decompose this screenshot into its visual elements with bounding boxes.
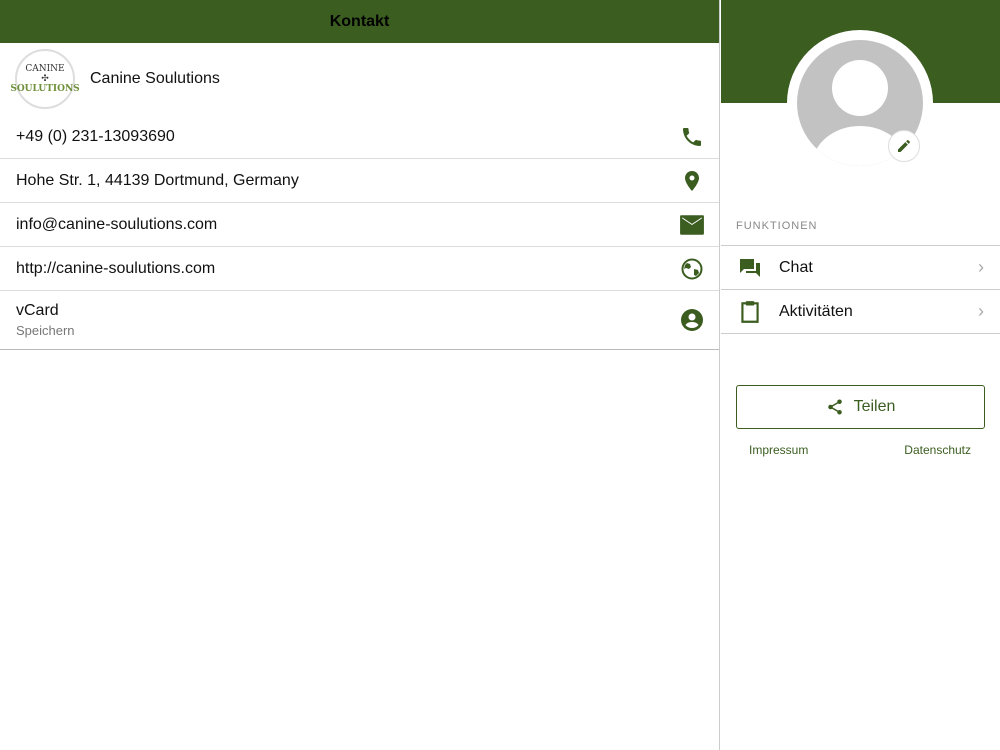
account-circle-icon[interactable] [679,307,705,333]
top-bar: Kontakt [0,0,719,43]
page-title: Kontakt [329,12,390,30]
clipboard-icon [741,300,759,323]
website-row[interactable]: http://canine-soulutions.com [0,247,719,291]
website: http://canine-soulutions.com [16,259,216,277]
menu-item-label: Chat [779,258,813,276]
company-logo: CANINE ✣ SOULUTIONS [10,49,80,109]
mail-icon[interactable] [679,212,705,238]
function-menu: Chat › Aktivitäten › [721,245,1000,334]
phone-icon[interactable] [679,124,705,150]
section-label: FUNKTIONEN [736,220,818,232]
address: Hohe Str. 1, 44139 Dortmund, Germany [16,171,299,189]
location-icon[interactable] [679,168,705,194]
edit-avatar-button[interactable] [888,130,920,162]
phone-row[interactable]: +49 (0) 231-13093690 [0,115,719,159]
email-row[interactable]: info@canine-soulutions.com [0,203,719,247]
vcard-label: vCard [16,302,59,319]
share-button[interactable]: Teilen [736,385,985,429]
chevron-right-icon: › [978,257,984,277]
menu-item-activities[interactable]: Aktivitäten › [721,290,1000,334]
phone-number: +49 (0) 231-13093690 [16,127,175,145]
share-label: Teilen [853,398,896,415]
contact-panel: Kontakt CANINE ✣ SOULUTIONS Canine Souluti… [0,0,720,750]
email: info@canine-soulutions.com [16,215,218,233]
menu-item-label: Aktivitäten [779,302,853,320]
vcard-row[interactable]: vCard Speichern [0,291,719,350]
vcard-save: Speichern [16,323,75,338]
impressum-link[interactable]: Impressum [749,443,808,457]
company-name: Canine Soulutions [90,70,220,87]
share-icon [827,399,842,415]
menu-item-chat[interactable]: Chat › [721,246,1000,290]
sidebar: FUNKTIONEN Chat › Aktivitäten › Teilen I… [721,0,1000,750]
privacy-link[interactable]: Datenschutz [904,443,971,457]
address-row[interactable]: Hohe Str. 1, 44139 Dortmund, Germany [0,159,719,203]
globe-icon[interactable] [679,256,705,282]
chat-icon [740,258,760,277]
chevron-right-icon: › [978,301,984,321]
company-header: CANINE ✣ SOULUTIONS Canine Soulutions [0,43,719,115]
pencil-icon [898,140,910,152]
